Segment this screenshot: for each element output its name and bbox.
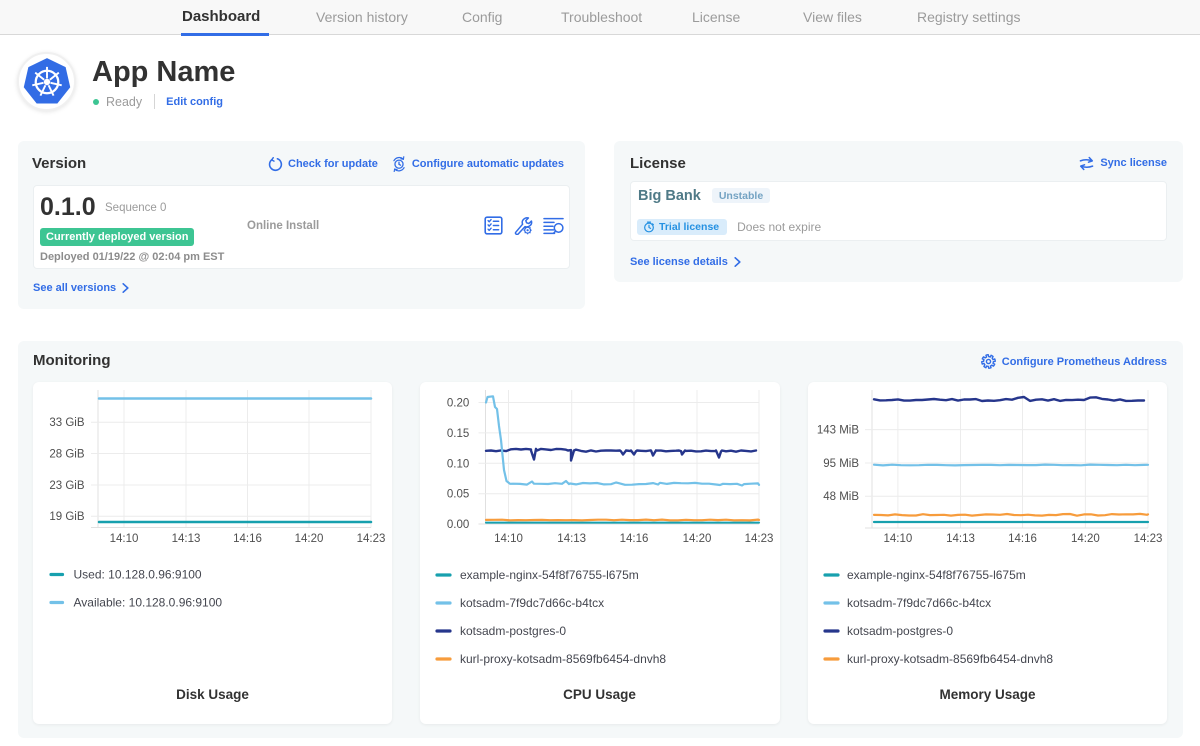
svg-text:example-nginx-54f8f76755-l675m: example-nginx-54f8f76755-l675m [847,568,1026,582]
svg-text:14:20: 14:20 [295,533,324,545]
svg-text:48 MiB: 48 MiB [823,491,859,503]
svg-text:CPU Usage: CPU Usage [563,687,636,702]
svg-text:14:13: 14:13 [946,533,975,545]
svg-text:19 GiB: 19 GiB [49,511,84,523]
svg-text:14:23: 14:23 [1134,533,1163,545]
svg-text:Used: 10.128.0.96:9100: Used: 10.128.0.96:9100 [74,568,202,582]
svg-text:0.00: 0.00 [447,519,469,531]
svg-text:Memory Usage: Memory Usage [939,687,1036,702]
svg-text:kotsadm-postgres-0: kotsadm-postgres-0 [847,624,953,638]
svg-text:33 GiB: 33 GiB [49,417,84,429]
svg-text:14:23: 14:23 [745,533,774,545]
svg-text:14:10: 14:10 [494,533,523,545]
svg-text:14:20: 14:20 [683,533,712,545]
svg-text:kurl-proxy-kotsadm-8569fb6454-: kurl-proxy-kotsadm-8569fb6454-dnvh8 [460,652,666,666]
svg-text:95 MiB: 95 MiB [823,458,859,470]
svg-text:14:16: 14:16 [620,533,649,545]
svg-text:0.10: 0.10 [447,458,469,470]
svg-text:example-nginx-54f8f76755-l675m: example-nginx-54f8f76755-l675m [460,568,639,582]
svg-text:14:13: 14:13 [557,533,586,545]
svg-text:14:20: 14:20 [1071,533,1100,545]
svg-text:kotsadm-7f9dc7d66c-b4tcx: kotsadm-7f9dc7d66c-b4tcx [847,596,991,610]
svg-text:14:10: 14:10 [884,533,913,545]
svg-text:Available: 10.128.0.96:9100: Available: 10.128.0.96:9100 [74,596,223,610]
svg-text:14:16: 14:16 [233,533,262,545]
svg-text:kurl-proxy-kotsadm-8569fb6454-: kurl-proxy-kotsadm-8569fb6454-dnvh8 [847,652,1053,666]
svg-text:Disk Usage: Disk Usage [176,687,249,702]
svg-text:14:13: 14:13 [172,533,201,545]
svg-text:kotsadm-postgres-0: kotsadm-postgres-0 [460,624,566,638]
svg-text:143 MiB: 143 MiB [817,425,860,437]
svg-text:kotsadm-7f9dc7d66c-b4tcx: kotsadm-7f9dc7d66c-b4tcx [460,596,604,610]
svg-text:0.15: 0.15 [447,428,469,440]
svg-text:14:23: 14:23 [357,533,386,545]
svg-text:0.05: 0.05 [447,489,469,501]
svg-text:28 GiB: 28 GiB [49,449,84,461]
svg-text:23 GiB: 23 GiB [49,480,84,492]
svg-text:14:10: 14:10 [110,533,139,545]
svg-text:0.20: 0.20 [447,398,469,410]
svg-text:14:16: 14:16 [1008,533,1037,545]
